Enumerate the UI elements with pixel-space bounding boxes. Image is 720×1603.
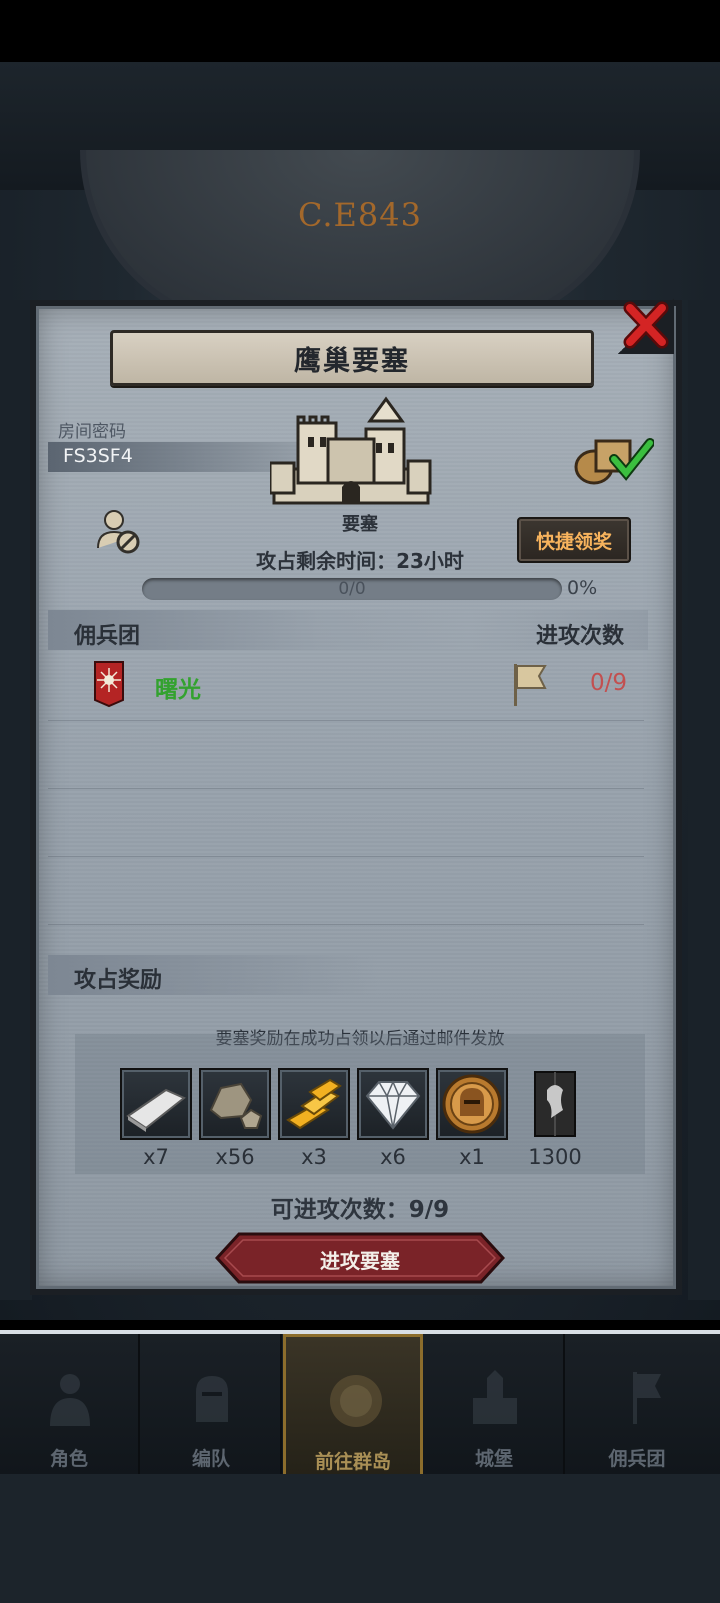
reward-qty: x1 [459,1145,485,1169]
mercenary-icon [633,1372,661,1424]
silver-bar-icon [126,1088,186,1132]
reward-item-gold[interactable] [278,1068,350,1140]
nav-label: 前往群岛 [314,1451,391,1473]
nav-label: 城堡 [474,1448,513,1470]
bottom-navigation: 角色 编队 前往群岛 城堡 佣兵团 [0,1330,720,1478]
flag-icon [514,664,547,706]
nav-mercenary[interactable]: 佣兵团 [567,1334,707,1478]
reward-item-stone[interactable] [199,1068,271,1140]
reward-item-honor[interactable] [533,1070,577,1138]
attack-fortress-button[interactable]: 进攻要塞 [215,1232,505,1284]
close-icon [623,301,669,349]
nav-character[interactable]: 角色 [0,1334,140,1478]
reward-item-coin[interactable] [436,1068,508,1140]
reward-item-diamond[interactable] [357,1068,429,1140]
nav-label: 角色 [49,1448,88,1470]
quick-claim-button[interactable]: 快捷领奖 [517,517,631,563]
guild-banner-icon [94,661,124,708]
quick-claim-label: 快捷领奖 [535,530,612,553]
gold-bars-icon [286,1078,342,1130]
reward-bag-claimed-icon[interactable] [570,435,654,485]
progress-percent: 0% [567,577,598,599]
attack-button-label: 进攻要塞 [320,1249,400,1273]
reward-qty: x3 [301,1145,327,1169]
character-icon [50,1374,90,1426]
attacks-header: 进攻次数 [536,624,625,649]
diamond-icon [365,1080,421,1130]
room-code-label: 房间密码 [58,422,126,442]
islands-icon [330,1375,382,1427]
merc-attack-count: 0/9 [590,670,628,696]
no-user-icon[interactable] [94,508,142,556]
nav-formation[interactable]: 编队 [142,1334,282,1478]
stone-ore-icon [209,1082,263,1129]
title-plate: 鹰巢要塞 [110,330,594,386]
year-label: C.E843 [298,196,422,234]
capture-progress-bar: 0/0 [142,578,562,600]
progress-text: 0/0 [338,579,366,599]
status-bar-area [0,0,720,62]
bottom-dark-area [0,1474,720,1603]
castle-icon [473,1370,517,1424]
remaining-time-value: 23小时 [396,549,464,573]
nav-islands[interactable]: 前往群岛 [283,1334,423,1478]
nav-label: 佣兵团 [608,1448,666,1470]
nav-castle[interactable]: 城堡 [425,1334,565,1478]
dialog-title: 鹰巢要塞 [294,345,410,377]
mercs-header: 佣兵团 [74,624,141,649]
formation-icon [196,1376,228,1422]
reward-item-silver[interactable] [120,1068,192,1140]
row-divider [48,720,644,721]
room-code-value[interactable]: FS3SF4 [63,445,133,467]
close-button[interactable] [618,298,674,354]
right-world-edge [688,300,720,1300]
reward-qty: x56 [215,1145,255,1169]
row-divider [48,924,644,925]
rewards-header: 攻占奖励 [74,968,163,993]
row-divider [48,788,644,789]
can-attack-count: 可进攻次数：9/9 [270,1197,450,1223]
left-world-edge [0,300,32,1300]
merc-name[interactable]: 曙光 [155,670,201,704]
honor-banner-icon [534,1071,576,1137]
knight-coin-icon [442,1074,502,1134]
nav-label: 编队 [191,1448,230,1470]
reward-qty: 1300 [528,1145,582,1169]
reward-qty: x7 [143,1145,169,1169]
row-divider [48,856,644,857]
reward-qty: x6 [380,1145,406,1169]
remaining-time-label: 攻占剩余时间： [256,549,397,573]
fortress-icon [270,396,432,505]
